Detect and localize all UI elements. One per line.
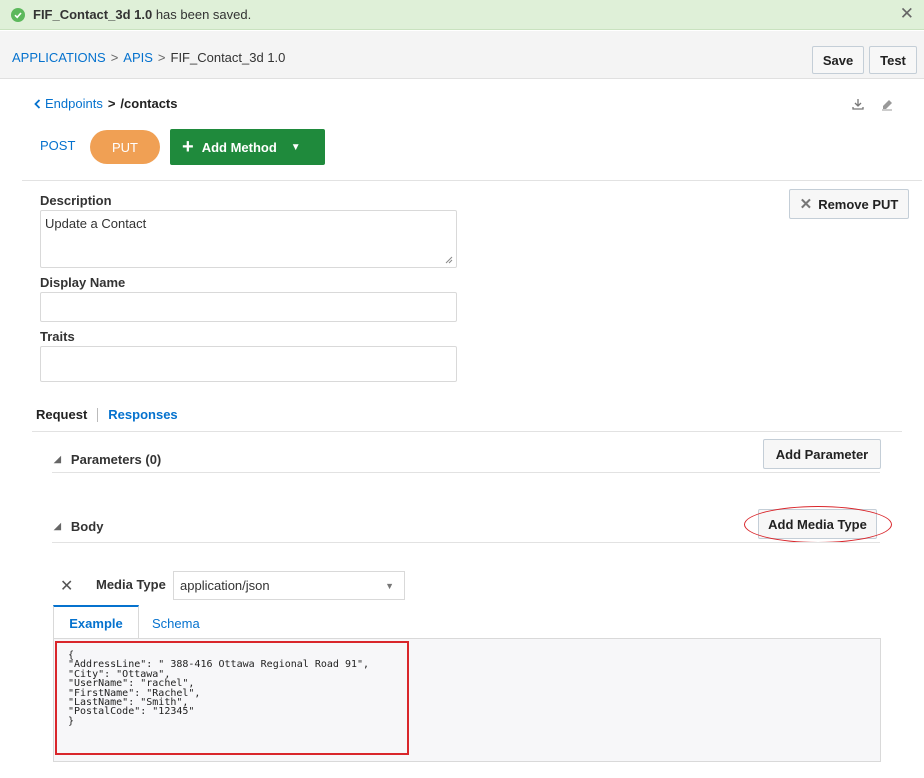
traits-label: Traits: [40, 329, 75, 344]
divider: [22, 180, 922, 181]
description-textarea[interactable]: Update a Contact: [40, 210, 457, 268]
media-type-value: application/json: [180, 578, 270, 593]
collapse-triangle-icon: ◢: [54, 521, 61, 531]
top-bar: APPLICATIONS > APIS > FIF_Contact_3d 1.0…: [0, 31, 924, 79]
breadcrumb-separator: >: [110, 50, 119, 65]
save-button[interactable]: Save: [812, 46, 864, 74]
request-response-tabs: Request Responses: [36, 407, 178, 422]
collapse-triangle-icon: ◢: [54, 454, 61, 464]
breadcrumb-separator: >: [157, 50, 166, 65]
divider: [32, 431, 902, 432]
display-name-input[interactable]: [40, 292, 457, 322]
method-put-tab[interactable]: PUT: [90, 130, 160, 164]
traits-input[interactable]: [40, 346, 457, 382]
endpoints-link-label: Endpoints: [45, 96, 103, 111]
remove-put-label: Remove PUT: [818, 196, 899, 212]
tab-schema[interactable]: Schema: [152, 616, 200, 631]
download-icon[interactable]: [851, 97, 865, 111]
description-value: Update a Contact: [45, 216, 147, 231]
add-method-button[interactable]: + Add Method ▼: [170, 129, 325, 165]
divider: [52, 472, 880, 473]
tab-request[interactable]: Request: [36, 407, 87, 422]
banner-text: has been saved.: [152, 7, 252, 22]
display-name-label: Display Name: [40, 275, 126, 290]
endpoint-separator: >: [107, 96, 116, 111]
edit-icon[interactable]: [880, 97, 894, 111]
remove-put-button[interactable]: ✕ Remove PUT: [789, 189, 909, 219]
remove-media-type-icon[interactable]: ✕: [60, 576, 73, 596]
media-type-select[interactable]: application/json ▼: [173, 571, 405, 600]
method-post-tab[interactable]: POST: [40, 138, 75, 153]
remove-x-icon: ✕: [799, 196, 813, 213]
caret-down-icon[interactable]: ▼: [291, 142, 301, 153]
body-title: Body: [70, 519, 104, 534]
back-to-endpoints-link[interactable]: Endpoints: [34, 96, 103, 111]
breadcrumb-applications[interactable]: APPLICATIONS: [12, 50, 106, 65]
chevron-left-icon: [34, 98, 41, 109]
chevron-down-icon: ▼: [385, 581, 394, 591]
add-parameter-button[interactable]: Add Parameter: [763, 439, 881, 469]
banner-message: FIF_Contact_3d 1.0 has been saved.: [33, 7, 251, 22]
endpoint-path: /contacts: [120, 96, 178, 111]
check-circle-icon: [11, 7, 25, 22]
success-banner: FIF_Contact_3d 1.0 has been saved. ✕: [0, 0, 924, 30]
breadcrumb-apis[interactable]: APIS: [123, 50, 153, 65]
plus-icon: +: [182, 136, 194, 158]
parameters-section-header[interactable]: ◢ Parameters (0): [54, 452, 161, 467]
media-type-label: Media Type: [96, 577, 166, 592]
highlight-ring-annotation: [744, 506, 892, 543]
tab-responses[interactable]: Responses: [108, 407, 177, 422]
breadcrumb: APPLICATIONS > APIS > FIF_Contact_3d 1.0: [12, 50, 285, 65]
description-label: Description: [40, 193, 112, 208]
add-method-label: Add Method: [201, 139, 277, 155]
breadcrumb-current-api: FIF_Contact_3d 1.0: [170, 50, 286, 65]
highlight-box-annotation: [55, 641, 409, 755]
resize-handle-icon[interactable]: [445, 256, 453, 264]
endpoint-breadcrumb: Endpoints > /contacts: [34, 96, 178, 111]
parameters-title: Parameters (0): [70, 452, 162, 467]
tab-example[interactable]: Example: [53, 605, 139, 639]
body-section-header[interactable]: ◢ Body: [54, 519, 103, 534]
banner-api-name: FIF_Contact_3d 1.0: [33, 7, 153, 22]
divider: [52, 542, 880, 543]
close-icon[interactable]: ✕: [900, 4, 914, 24]
test-button[interactable]: Test: [869, 46, 917, 74]
tab-separator: [97, 407, 99, 422]
